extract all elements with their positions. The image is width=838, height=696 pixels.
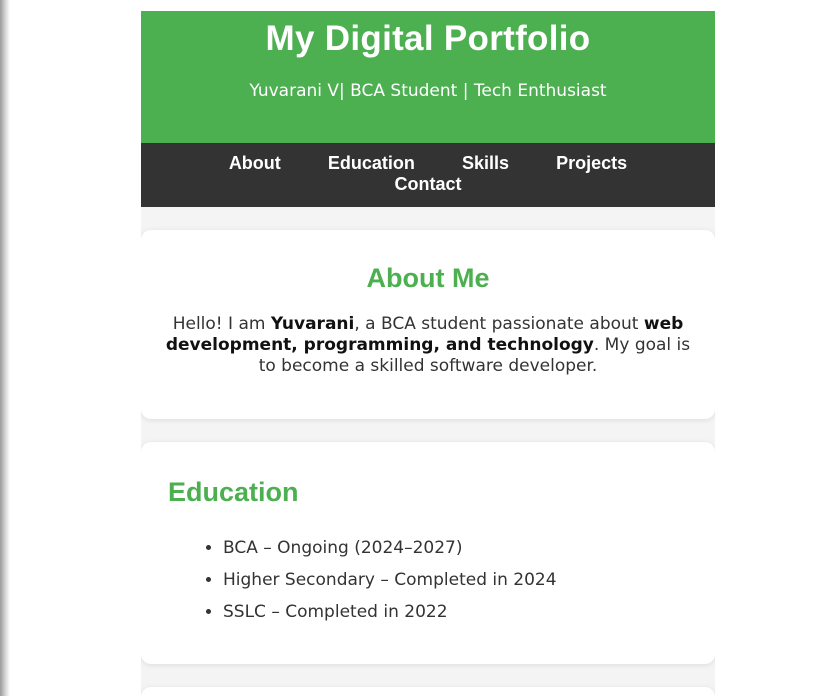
nav-link-education[interactable]: Education	[328, 153, 415, 174]
education-section: Education BCA – Ongoing (2024–2027) High…	[141, 442, 715, 664]
education-list: BCA – Ongoing (2024–2027) Higher Seconda…	[203, 532, 557, 628]
education-item-bca: BCA – Ongoing (2024–2027)	[223, 532, 557, 564]
nav-link-contact[interactable]: Contact	[395, 174, 462, 195]
site-title: My Digital Portfolio	[265, 19, 591, 58]
about-text-middle: , a BCA student passionate about	[354, 314, 644, 334]
site-header: My Digital Portfolio Yuvarani V| BCA Stu…	[141, 11, 715, 143]
main-nav: About Education Skills Projects Contact	[141, 143, 715, 207]
education-item-sslc: SSLC – Completed in 2022	[223, 596, 557, 628]
next-section-card	[141, 687, 715, 696]
site-subtitle: Yuvarani V| BCA Student | Tech Enthusias…	[249, 81, 607, 101]
window-edge	[0, 0, 10, 696]
about-text: Hello! I am Yuvarani, a BCA student pass…	[163, 314, 693, 377]
portfolio-page: My Digital Portfolio Yuvarani V| BCA Stu…	[141, 11, 715, 696]
education-item-higher-secondary: Higher Secondary – Completed in 2024	[223, 564, 557, 596]
nav-link-about[interactable]: About	[229, 153, 281, 174]
nav-link-projects[interactable]: Projects	[556, 153, 627, 174]
about-name: Yuvarani	[270, 314, 355, 334]
nav-link-skills[interactable]: Skills	[462, 153, 509, 174]
education-heading: Education	[168, 477, 299, 507]
about-heading: About Me	[366, 263, 490, 293]
screen: My Digital Portfolio Yuvarani V| BCA Stu…	[0, 0, 838, 696]
about-text-intro: Hello! I am	[172, 314, 271, 334]
about-section: About Me Hello! I am Yuvarani, a BCA stu…	[141, 230, 715, 419]
